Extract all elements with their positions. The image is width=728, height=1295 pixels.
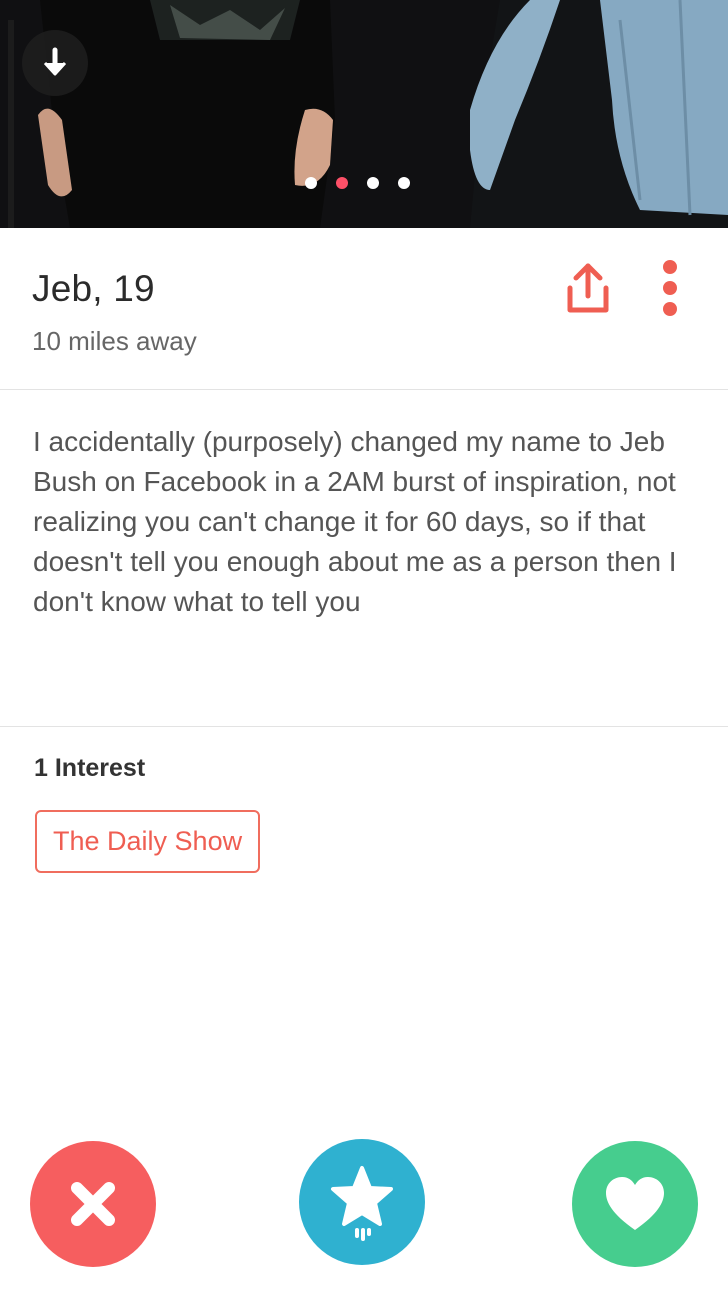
share-button[interactable]: [560, 260, 616, 318]
photo-pagination: [305, 177, 410, 189]
photo-dot[interactable]: [305, 177, 317, 189]
arrow-down-icon: [43, 47, 67, 76]
heart-icon: [606, 1177, 664, 1230]
more-options-button[interactable]: [654, 258, 686, 318]
bio-text: I accidentally (purposely) changed my na…: [33, 426, 677, 617]
profile-photo[interactable]: [0, 0, 728, 228]
photo-dot[interactable]: [398, 177, 410, 189]
photo-dot[interactable]: [367, 177, 379, 189]
nope-button[interactable]: [30, 1141, 156, 1267]
interest-tag[interactable]: The Daily Show: [35, 810, 261, 873]
profile-header: Jeb, 19 10 miles away: [0, 228, 728, 390]
profile-distance: 10 miles away: [32, 326, 197, 356]
photo-dot-active[interactable]: [336, 177, 348, 189]
bio-section: I accidentally (purposely) changed my na…: [0, 390, 728, 727]
collapse-button[interactable]: [22, 30, 88, 96]
more-vertical-icon: [663, 260, 677, 316]
photo-image: [0, 0, 728, 228]
interests-title: 1 Interest: [34, 754, 146, 782]
close-icon: [71, 1182, 115, 1226]
profile-name-age: Jeb, 19: [32, 268, 155, 309]
star-icon: [331, 1166, 393, 1241]
super-like-button[interactable]: [299, 1139, 425, 1265]
like-button[interactable]: [572, 1141, 698, 1267]
share-icon: [567, 263, 609, 313]
